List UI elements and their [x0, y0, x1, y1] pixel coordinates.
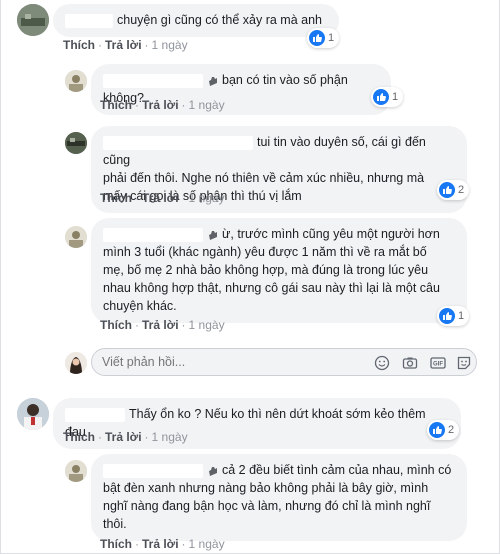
reaction-count[interactable]: 1 — [437, 306, 470, 326]
comment-actions: Thích · Trả lời · 1 ngày — [100, 191, 225, 205]
redacted-name — [103, 135, 253, 150]
avatar[interactable] — [65, 70, 87, 92]
comment-text-line: bật đèn xanh nhưng nàng bảo không phải l… — [103, 481, 429, 495]
like-reaction-icon — [439, 182, 455, 198]
comment-actions: Thích · Trả lời · 1 ngày — [63, 38, 188, 52]
like-reaction-icon — [309, 30, 325, 46]
waving-hand-icon — [209, 466, 217, 476]
like-link[interactable]: Thích — [100, 191, 132, 205]
emoji-icon[interactable] — [374, 355, 390, 371]
avatar[interactable] — [65, 460, 87, 482]
current-user-avatar — [65, 352, 87, 374]
like-link[interactable]: Thích — [100, 98, 132, 112]
comment-actions: Thích · Trả lời · 1 ngày — [100, 98, 225, 112]
avatar[interactable] — [65, 226, 87, 248]
like-count: 1 — [458, 310, 465, 322]
comment-text-line: phải đến thôi. Nghe nó thiên về cảm xúc … — [103, 171, 425, 185]
reaction-count[interactable]: 1 — [371, 87, 404, 107]
sticker-icon[interactable] — [456, 355, 472, 371]
redacted-name — [103, 463, 203, 478]
reply-input-box[interactable]: GIF — [91, 348, 477, 376]
redacted-name — [103, 227, 203, 242]
redacted-name — [65, 13, 113, 28]
reaction-count[interactable]: 2 — [427, 420, 460, 440]
comment-text-line: thôi. — [103, 517, 127, 531]
comment-bubble: ừ, trước mình cũng yêu một người hơn mìn… — [91, 218, 467, 323]
comment-text-line: chuyện khác. — [103, 299, 177, 313]
timestamp[interactable]: 1 ngày — [189, 537, 225, 551]
reply-link[interactable]: Trả lời — [105, 38, 142, 52]
reaction-count[interactable]: 2 — [437, 180, 470, 200]
like-count: 2 — [448, 424, 455, 436]
like-reaction-icon — [439, 308, 455, 324]
timestamp[interactable]: 1 ngày — [189, 98, 225, 112]
comment-text-line: mình 3 tuổi (khác ngành) yêu được 1 năm … — [103, 245, 427, 259]
waving-hand-icon — [209, 76, 217, 86]
reply-input[interactable] — [102, 355, 342, 369]
comment-thread: chuyện gì cũng có thể xảy ra mà anh 1 Th… — [0, 0, 500, 554]
comment-text-line: nghĩ nàng đang bận học và làm, nhưng đó … — [103, 499, 431, 513]
reply-link[interactable]: Trả lời — [142, 318, 179, 332]
timestamp[interactable]: 1 ngày — [152, 430, 188, 444]
comment-actions: Thích · Trả lời · 1 ngày — [63, 430, 188, 444]
like-reaction-icon — [429, 422, 445, 438]
comment-actions: Thích · Trả lời · 1 ngày — [100, 318, 225, 332]
like-link[interactable]: Thích — [100, 537, 132, 551]
comment-text: chuyện gì cũng có thể xảy ra mà anh — [117, 13, 322, 27]
redacted-name — [65, 407, 125, 422]
avatar[interactable] — [65, 132, 87, 154]
comment-bubble: chuyện gì cũng có thể xảy ra mà anh — [53, 4, 339, 37]
gif-icon[interactable]: GIF — [430, 355, 446, 371]
like-count: 1 — [392, 91, 399, 103]
timestamp[interactable]: 1 ngày — [189, 318, 225, 332]
reply-link[interactable]: Trả lời — [142, 537, 179, 551]
like-reaction-icon — [373, 89, 389, 105]
avatar[interactable] — [17, 398, 49, 430]
camera-icon[interactable] — [402, 355, 418, 371]
comment-text-line: mẹ, bố mẹ 2 nhà bảo không hợp, mà đúng l… — [103, 263, 429, 277]
redacted-name — [103, 73, 203, 88]
reply-link[interactable]: Trả lời — [142, 98, 179, 112]
like-link[interactable]: Thích — [63, 430, 95, 444]
waving-hand-icon — [209, 230, 217, 240]
comment-actions: Thích · Trả lời · 1 ngày — [100, 537, 225, 551]
avatar[interactable] — [17, 4, 49, 36]
like-link[interactable]: Thích — [63, 38, 95, 52]
comment-text-line: cả 2 đều biết tình cảm của nhau, mình có — [222, 463, 452, 477]
comment-text-line: nhau không hợp thật, nhưng cô gái sau nà… — [103, 281, 440, 295]
svg-text:GIF: GIF — [433, 362, 443, 368]
reaction-count[interactable]: 1 — [307, 28, 340, 48]
like-count: 1 — [328, 32, 335, 44]
like-link[interactable]: Thích — [100, 318, 132, 332]
like-count: 2 — [458, 184, 465, 196]
reply-link[interactable]: Trả lời — [105, 430, 142, 444]
timestamp[interactable]: 1 ngày — [189, 191, 225, 205]
timestamp[interactable]: 1 ngày — [152, 38, 188, 52]
comment-text-line: ừ, trước mình cũng yêu một người hơn — [222, 227, 440, 241]
comment-bubble: cả 2 đều biết tình cảm của nhau, mình có… — [91, 454, 467, 541]
reply-link[interactable]: Trả lời — [142, 191, 179, 205]
